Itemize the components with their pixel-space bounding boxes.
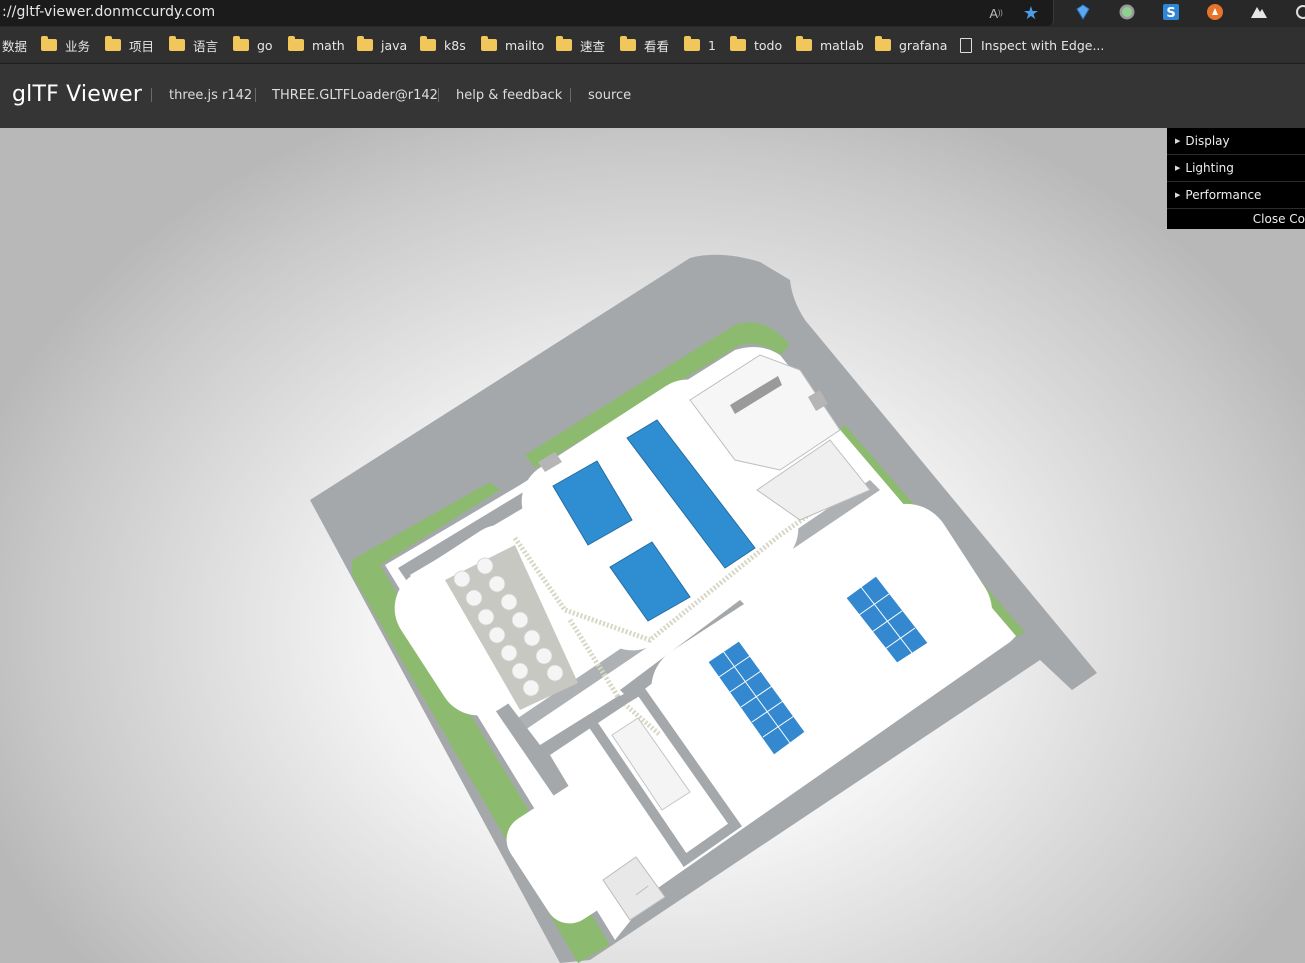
folder-icon [420,36,436,51]
bookmark-folder[interactable]: 看看 [620,36,669,54]
circle-extension-icon[interactable] [1118,3,1136,26]
bookmark-label: math [312,37,345,53]
folder-icon [288,36,304,51]
bookmark-label: go [257,37,273,53]
bookmark-text-item[interactable]: 数据 [2,36,27,54]
star-icon[interactable]: ★ [1021,3,1041,23]
app-title: glTF Viewer [12,82,143,107]
bookmark-folder[interactable]: java [357,36,407,54]
folder-icon [357,36,373,51]
folder-icon [481,36,497,51]
bookmark-folder[interactable]: k8s [420,36,466,54]
caret-right-icon: ▶ [1175,164,1181,172]
url-text[interactable]: ://gltf-viewer.donmccurdy.com [2,4,215,20]
bookmark-label: 速查 [580,38,606,54]
mountain-extension-icon[interactable] [1250,3,1268,26]
bookmark-folder[interactable]: todo [730,36,782,54]
bookmark-label: k8s [444,37,466,53]
performance-folder[interactable]: ▶ Performance [1167,182,1305,209]
bookmark-label: java [381,37,408,53]
s-extension-icon[interactable]: S [1162,3,1180,26]
bookmark-page[interactable]: Inspect with Edge... [960,36,1104,54]
header-divider [570,88,571,102]
bookmark-label: 项目 [129,38,155,54]
3d-viewport[interactable] [0,128,1305,963]
bookmark-label: 1 [708,37,716,53]
bookmark-label: 数据 [2,38,28,54]
bookmark-folder[interactable]: go [233,36,273,54]
caret-right-icon: ▶ [1175,191,1181,199]
header-divider [438,88,439,102]
header-divider [151,88,152,102]
folder-icon [233,36,249,51]
page-icon [960,37,972,53]
gem-icon[interactable] [1074,3,1092,26]
browser-toolbar: ://gltf-viewer.donmccurdy.com A)) ★ S [0,0,1305,27]
display-folder[interactable]: ▶ Display [1167,128,1305,155]
svg-text:S: S [1166,6,1175,21]
model-render[interactable] [0,128,1305,963]
folder-label: Display [1185,134,1230,148]
close-controls-button[interactable]: Close Co [1167,209,1305,229]
folder-icon [796,36,812,51]
folder-icon [556,36,572,51]
bookmark-folder[interactable]: math [288,36,345,54]
folder-icon [730,36,746,51]
bookmark-label: 语言 [193,38,219,54]
read-aloud-icon[interactable]: A)) [986,3,1006,23]
folder-icon [620,36,636,51]
bookmark-label: mailto [505,37,545,53]
app-header: glTF Viewer three.js r142 THREE.GLTFLoad… [0,64,1305,128]
bookmark-label: 业务 [65,38,91,54]
threejs-version-link[interactable]: three.js r142 [169,88,252,103]
folder-label: Performance [1185,188,1262,202]
help-feedback-link[interactable]: help & feedback [456,88,562,103]
bookmark-folder[interactable]: 语言 [169,36,218,54]
close-controls-label: Close Co [1252,212,1305,226]
puzzle-icon[interactable] [1294,3,1305,26]
gltfloader-version-link[interactable]: THREE.GLTFLoader@r142 [272,88,438,103]
controls-panel: ▶ Display ▶ Lighting ▶ Performance Close… [1167,128,1305,229]
bookmark-folder[interactable]: 速查 [556,36,605,54]
source-link[interactable]: source [588,88,631,103]
bookmark-label: todo [754,37,783,53]
compass-extension-icon[interactable] [1206,3,1224,26]
bookmarks-bar: 数据 业务 项目 语言 go math java k8s mailto 速查 看… [0,27,1305,64]
folder-icon [684,36,700,51]
folder-icon [41,36,57,51]
header-divider [255,88,256,102]
bookmark-label: 看看 [644,38,670,54]
bookmark-label: matlab [820,37,864,53]
bookmark-folder[interactable]: matlab [796,36,864,54]
bookmark-label: Inspect with Edge... [981,37,1105,53]
bookmark-folder[interactable]: 项目 [105,36,154,54]
lighting-folder[interactable]: ▶ Lighting [1167,155,1305,182]
folder-icon [169,36,185,51]
folder-icon [105,36,121,51]
folder-icon [875,36,891,51]
bookmark-folder[interactable]: mailto [481,36,544,54]
bookmark-label: grafana [899,37,948,53]
caret-right-icon: ▶ [1175,137,1181,145]
bookmark-folder[interactable]: 业务 [41,36,90,54]
folder-label: Lighting [1185,161,1234,175]
bookmark-folder[interactable]: 1 [684,36,716,54]
bookmark-folder[interactable]: grafana [875,36,947,54]
address-bar[interactable]: ://gltf-viewer.donmccurdy.com A)) ★ [0,0,1054,26]
